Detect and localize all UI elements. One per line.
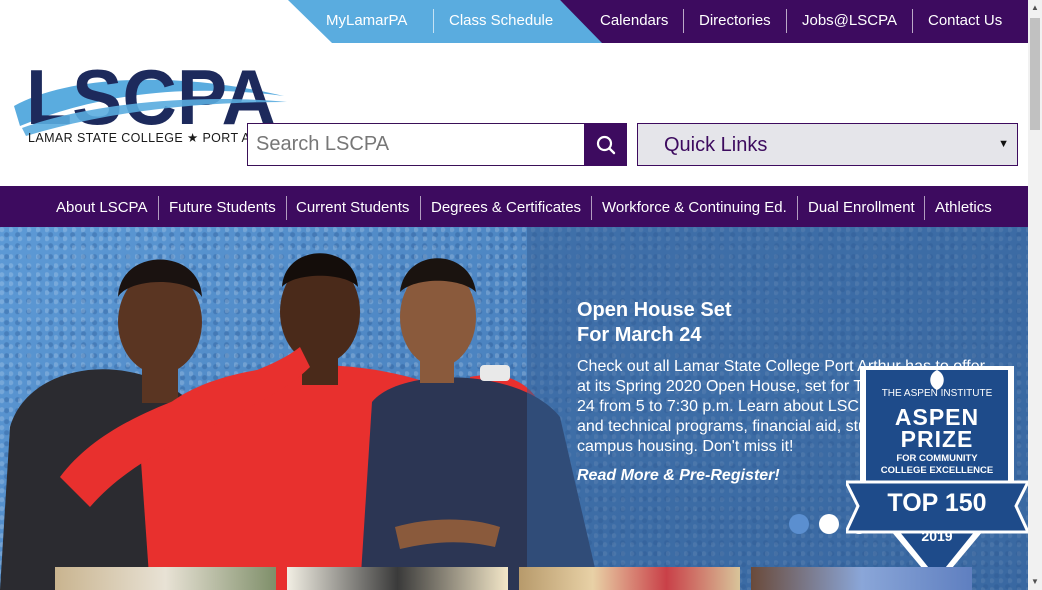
page-scrollbar[interactable]: ▲ ▼	[1028, 0, 1042, 590]
search-icon	[596, 135, 615, 154]
link-jobs[interactable]: Jobs@LSCPA	[802, 12, 897, 29]
divider	[924, 196, 925, 220]
divider	[683, 9, 684, 33]
divider	[786, 9, 787, 33]
link-class-schedule[interactable]: Class Schedule	[449, 12, 553, 29]
nav-current-students[interactable]: Current Students	[296, 199, 409, 216]
scroll-up-icon[interactable]: ▲	[1028, 0, 1042, 16]
quick-links-label: Quick Links	[664, 134, 768, 156]
slider-dot-1[interactable]	[789, 514, 809, 534]
nav-future-students[interactable]: Future Students	[169, 199, 276, 216]
divider	[158, 196, 159, 220]
badge-rank: TOP 150	[887, 489, 987, 517]
news-thumbnail-4[interactable]	[751, 567, 972, 590]
chevron-down-icon: ▼	[998, 138, 1009, 150]
divider	[912, 9, 913, 33]
divider	[797, 196, 798, 220]
news-thumbnail-3[interactable]	[519, 567, 740, 590]
svg-text:LSCPA: LSCPA	[26, 53, 276, 141]
news-thumbnail-1[interactable]	[55, 567, 276, 590]
link-calendars[interactable]: Calendars	[600, 12, 668, 29]
badge-year: 2019	[921, 528, 953, 544]
link-directories[interactable]: Directories	[699, 12, 771, 29]
divider	[433, 9, 434, 33]
nav-degrees[interactable]: Degrees & Certificates	[431, 199, 581, 216]
search-button[interactable]	[584, 123, 627, 166]
scrollbar-thumb[interactable]	[1030, 18, 1040, 130]
nav-about[interactable]: About LSCPA	[56, 199, 147, 216]
main-nav: About LSCPA Future Students Current Stud…	[0, 186, 1028, 227]
scroll-down-icon[interactable]: ▼	[1028, 574, 1042, 590]
news-thumbnail-2[interactable]	[287, 567, 508, 590]
slider-dot-2[interactable]	[819, 514, 839, 534]
nav-athletics[interactable]: Athletics	[935, 199, 992, 216]
link-contact-us[interactable]: Contact Us	[928, 12, 1002, 29]
divider	[286, 196, 287, 220]
divider	[591, 196, 592, 220]
link-mylamarpa[interactable]: MyLamarPA	[326, 12, 407, 29]
badge-line4: COLLEGE EXCELLENCE	[880, 465, 994, 476]
quick-links-select[interactable]: Quick Links ▼	[637, 123, 1018, 166]
badge-line3: FOR COMMUNITY	[896, 453, 978, 464]
nav-dual-enrollment[interactable]: Dual Enrollment	[808, 199, 915, 216]
badge-org: THE ASPEN INSTITUTE	[881, 388, 993, 399]
search-input[interactable]	[247, 123, 585, 166]
logo-tagline: LAMAR STATE COLLEGE ★ PORT ARTHUR	[28, 131, 260, 145]
read-more-link[interactable]: Read More & Pre-Register!	[577, 467, 780, 485]
divider	[420, 196, 421, 220]
aspen-prize-badge[interactable]: THE ASPEN INSTITUTE ASPEN PRIZE FOR COMM…	[846, 364, 1028, 590]
hero-title: Open House Set For March 24	[577, 299, 732, 346]
nav-workforce[interactable]: Workforce & Continuing Ed.	[602, 199, 787, 216]
badge-line2: PRIZE	[900, 426, 974, 452]
